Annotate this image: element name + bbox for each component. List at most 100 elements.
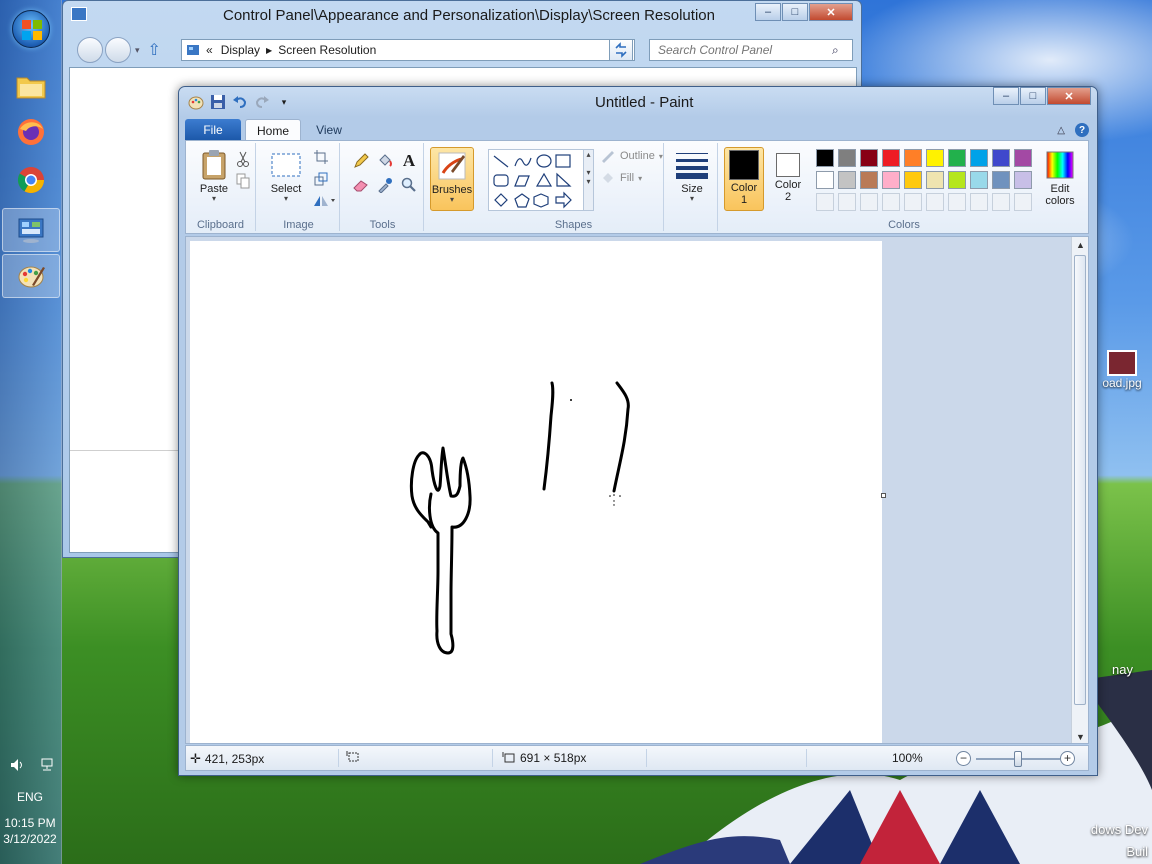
rotate-icon[interactable] bbox=[310, 191, 338, 211]
breadcrumb-separator-icon[interactable]: ▶ bbox=[266, 46, 272, 55]
taskbar-paint[interactable] bbox=[2, 254, 60, 298]
palette-swatch[interactable] bbox=[970, 149, 988, 167]
palette-swatch[interactable] bbox=[860, 149, 878, 167]
scrollbar-thumb[interactable] bbox=[1074, 255, 1086, 705]
maximize-button[interactable]: □ bbox=[782, 3, 808, 21]
breadcrumb-overflow[interactable]: « bbox=[206, 43, 213, 57]
minimize-button[interactable]: – bbox=[755, 3, 781, 21]
palette-swatch[interactable] bbox=[882, 171, 900, 189]
palette-swatch[interactable] bbox=[1014, 171, 1032, 189]
save-icon[interactable] bbox=[209, 93, 227, 111]
undo-icon[interactable] bbox=[231, 93, 249, 111]
paint-maximize-button[interactable]: □ bbox=[1020, 87, 1046, 105]
paint-menu-icon[interactable] bbox=[187, 93, 205, 111]
palette-custom-slot[interactable] bbox=[860, 193, 878, 211]
scroll-down-arrow-icon[interactable]: ▼ bbox=[1072, 729, 1088, 743]
search-box[interactable]: ⌕ bbox=[649, 39, 853, 61]
tab-file[interactable]: File bbox=[185, 119, 241, 141]
color2-button[interactable]: Color 2 bbox=[768, 147, 808, 211]
copy-icon[interactable] bbox=[232, 171, 254, 191]
palette-swatch[interactable] bbox=[816, 171, 834, 189]
clock-date[interactable]: 3/12/2022 bbox=[0, 832, 60, 846]
shapes-gallery-scroll[interactable]: ▴ ▾ ▾ bbox=[584, 149, 594, 211]
fill-button[interactable]: Fill ▾ bbox=[600, 171, 642, 185]
taskbar-explorer[interactable] bbox=[2, 64, 60, 108]
palette-swatch[interactable] bbox=[992, 171, 1010, 189]
palette-swatch[interactable] bbox=[948, 149, 966, 167]
back-button[interactable] bbox=[77, 37, 103, 63]
breadcrumb-screen-resolution[interactable]: Screen Resolution bbox=[278, 43, 376, 57]
start-button[interactable] bbox=[12, 10, 50, 48]
refresh-button[interactable] bbox=[609, 39, 633, 61]
palette-swatch[interactable] bbox=[926, 149, 944, 167]
color1-button[interactable]: Color 1 bbox=[724, 147, 764, 211]
palette-swatch[interactable] bbox=[838, 171, 856, 189]
palette-custom-slot[interactable] bbox=[948, 193, 966, 211]
search-input[interactable] bbox=[656, 42, 832, 58]
paste-button[interactable]: Paste ▾ bbox=[192, 147, 236, 211]
size-button[interactable]: Size ▾ bbox=[670, 147, 714, 211]
palette-custom-slot[interactable] bbox=[816, 193, 834, 211]
shapes-gallery[interactable] bbox=[488, 149, 584, 211]
palette-swatch[interactable] bbox=[838, 149, 856, 167]
select-button[interactable]: Select ▾ bbox=[264, 147, 308, 211]
canvas-resize-handle-right[interactable] bbox=[881, 493, 886, 498]
eraser-icon[interactable] bbox=[350, 175, 372, 195]
tab-view[interactable]: View bbox=[301, 119, 357, 141]
palette-custom-slot[interactable] bbox=[970, 193, 988, 211]
color-picker-icon[interactable] bbox=[374, 175, 396, 195]
taskbar-chrome[interactable] bbox=[2, 158, 60, 202]
zoom-thumb[interactable] bbox=[1014, 751, 1022, 767]
search-icon[interactable]: ⌕ bbox=[832, 43, 839, 58]
speaker-icon[interactable] bbox=[10, 758, 26, 772]
paint-minimize-button[interactable]: – bbox=[993, 87, 1019, 105]
palette-swatch[interactable] bbox=[926, 171, 944, 189]
minimize-ribbon-icon[interactable]: △ bbox=[1057, 125, 1065, 136]
clock-time[interactable]: 10:15 PM bbox=[0, 816, 60, 830]
brushes-button[interactable]: Brushes ▾ bbox=[430, 147, 474, 211]
palette-swatch[interactable] bbox=[904, 149, 922, 167]
palette-swatch[interactable] bbox=[1014, 149, 1032, 167]
pencil-icon[interactable] bbox=[350, 151, 372, 171]
palette-custom-slot[interactable] bbox=[1014, 193, 1032, 211]
up-arrow-icon[interactable]: ⇧ bbox=[148, 40, 161, 60]
zoom-out-icon[interactable]: − bbox=[956, 751, 971, 766]
desktop-file-icon[interactable]: oad.jpg bbox=[1092, 350, 1152, 390]
scroll-up-arrow-icon[interactable]: ▲ bbox=[1072, 237, 1088, 253]
edit-colors-button[interactable]: Edit colors bbox=[1036, 147, 1084, 211]
address-bar[interactable]: « Display ▶ Screen Resolution ▼ bbox=[181, 39, 635, 61]
palette-custom-slot[interactable] bbox=[904, 193, 922, 211]
cut-icon[interactable] bbox=[232, 149, 254, 169]
palette-custom-slot[interactable] bbox=[838, 193, 856, 211]
tab-home[interactable]: Home bbox=[245, 119, 301, 141]
breadcrumb-display[interactable]: Display bbox=[221, 43, 260, 57]
palette-swatch[interactable] bbox=[948, 171, 966, 189]
palette-custom-slot[interactable] bbox=[992, 193, 1010, 211]
palette-swatch[interactable] bbox=[904, 171, 922, 189]
outline-button[interactable]: Outline ▾ bbox=[600, 149, 663, 163]
zoom-in-icon[interactable]: + bbox=[1060, 751, 1075, 766]
customize-qat-icon[interactable]: ▾ bbox=[275, 93, 293, 111]
palette-swatch[interactable] bbox=[992, 149, 1010, 167]
close-button[interactable]: ✕ bbox=[809, 3, 853, 21]
palette-custom-slot[interactable] bbox=[926, 193, 944, 211]
palette-swatch[interactable] bbox=[882, 149, 900, 167]
network-icon[interactable] bbox=[38, 758, 54, 772]
taskbar-firefox[interactable] bbox=[2, 110, 60, 154]
vertical-scrollbar[interactable]: ▲ ▼ bbox=[1071, 237, 1088, 743]
text-tool-icon[interactable]: A bbox=[398, 151, 420, 171]
magnifier-icon[interactable] bbox=[398, 175, 420, 195]
palette-swatch[interactable] bbox=[816, 149, 834, 167]
zoom-slider[interactable]: − + bbox=[956, 750, 1076, 768]
language-indicator[interactable]: ENG bbox=[0, 790, 60, 804]
palette-swatch[interactable] bbox=[860, 171, 878, 189]
fill-bucket-icon[interactable] bbox=[374, 151, 396, 171]
recent-pages-chevron-icon[interactable]: ▾ bbox=[135, 45, 140, 56]
help-icon[interactable]: ? bbox=[1075, 123, 1089, 137]
forward-button[interactable] bbox=[105, 37, 131, 63]
paint-close-button[interactable]: ✕ bbox=[1047, 87, 1091, 105]
resize-icon[interactable] bbox=[310, 169, 332, 189]
crop-icon[interactable] bbox=[310, 147, 332, 167]
taskbar-control-panel[interactable] bbox=[2, 208, 60, 252]
palette-custom-slot[interactable] bbox=[882, 193, 900, 211]
